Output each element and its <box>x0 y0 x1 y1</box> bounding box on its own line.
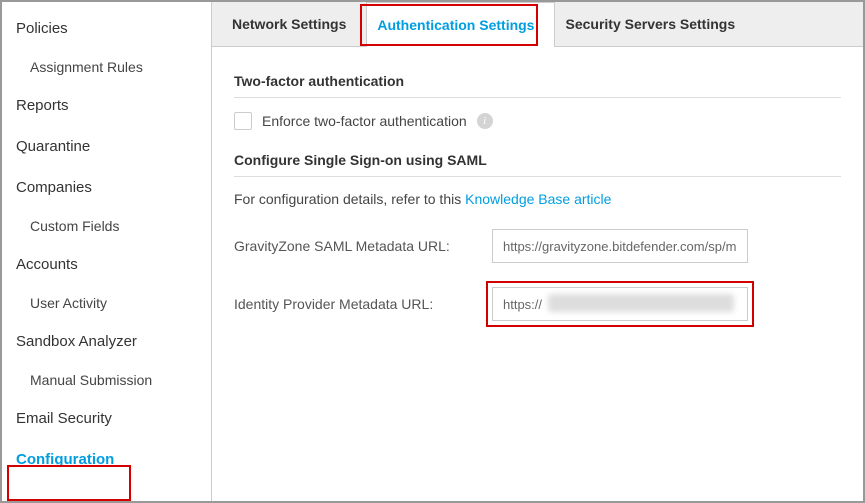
info-icon[interactable]: i <box>477 113 493 129</box>
section-title-twofa: Two-factor authentication <box>234 73 841 98</box>
annotation-highlight <box>486 281 754 327</box>
sso-desc-text: For configuration details, refer to this <box>234 191 465 207</box>
app-window: Policies Assignment Rules Reports Quaran… <box>0 0 865 503</box>
enforce-2fa-row: Enforce two-factor authentication i <box>234 112 841 130</box>
idp-metadata-row: Identity Provider Metadata URL: <box>234 287 841 321</box>
sidebar-item-sandbox-analyzer[interactable]: Sandbox Analyzer <box>2 321 211 362</box>
sidebar-item-companies[interactable]: Companies <box>2 167 211 208</box>
kb-article-link[interactable]: Knowledge Base article <box>465 191 611 207</box>
sidebar: Policies Assignment Rules Reports Quaran… <box>2 2 212 501</box>
sidebar-item-reports[interactable]: Reports <box>2 85 211 126</box>
main-area: Network Settings Authentication Settings… <box>212 2 863 501</box>
sso-description: For configuration details, refer to this… <box>234 191 841 207</box>
section-title-sso: Configure Single Sign-on using SAML <box>234 152 841 177</box>
gz-metadata-label: GravityZone SAML Metadata URL: <box>234 238 492 254</box>
sidebar-item-policies[interactable]: Policies <box>2 8 211 49</box>
idp-metadata-field-wrap <box>492 287 748 321</box>
gz-metadata-row: GravityZone SAML Metadata URL: <box>234 229 841 263</box>
sidebar-item-email-security[interactable]: Email Security <box>2 398 211 439</box>
enforce-2fa-label: Enforce two-factor authentication <box>262 113 467 129</box>
sidebar-item-quarantine[interactable]: Quarantine <box>2 126 211 167</box>
idp-metadata-label: Identity Provider Metadata URL: <box>234 296 492 312</box>
gz-metadata-input[interactable] <box>492 229 748 263</box>
sidebar-sub-custom-fields[interactable]: Custom Fields <box>2 208 211 244</box>
sidebar-sub-user-activity[interactable]: User Activity <box>2 285 211 321</box>
content-panel: Two-factor authentication Enforce two-fa… <box>212 47 863 501</box>
sidebar-sub-manual-submission[interactable]: Manual Submission <box>2 362 211 398</box>
annotation-highlight <box>7 465 131 501</box>
sidebar-item-accounts[interactable]: Accounts <box>2 244 211 285</box>
sidebar-sub-assignment-rules[interactable]: Assignment Rules <box>2 49 211 85</box>
annotation-highlight <box>360 4 538 46</box>
tab-security-servers-settings[interactable]: Security Servers Settings <box>555 2 755 46</box>
enforce-2fa-checkbox[interactable] <box>234 112 252 130</box>
gz-metadata-field-wrap <box>492 229 748 263</box>
tab-network-settings[interactable]: Network Settings <box>222 2 366 46</box>
tab-bar: Network Settings Authentication Settings… <box>212 2 863 47</box>
